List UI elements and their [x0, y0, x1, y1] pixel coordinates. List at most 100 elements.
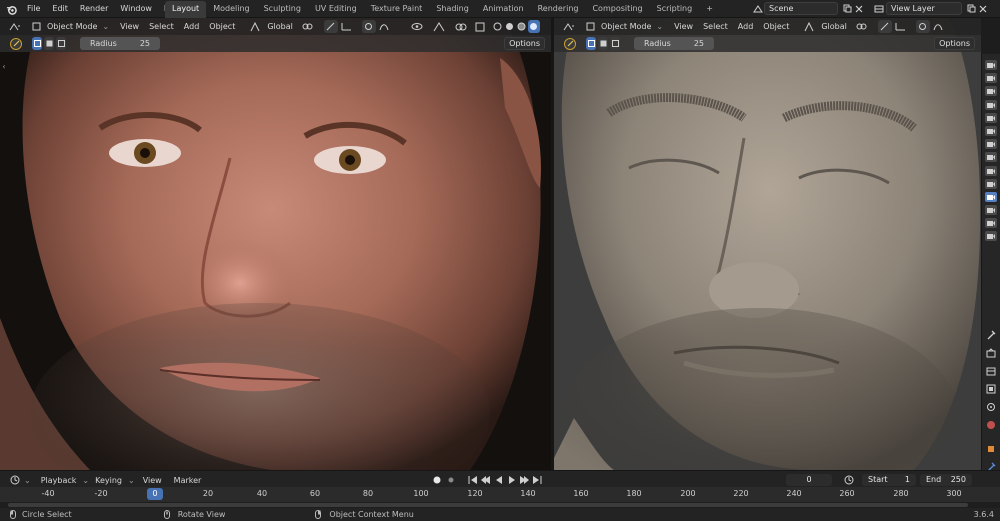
snap-target-icon[interactable]	[338, 22, 356, 31]
view-layer-properties-icon[interactable]	[982, 380, 1000, 398]
menu-view[interactable]: View	[669, 22, 698, 31]
start-frame-field[interactable]: Start 1	[862, 474, 916, 486]
menu-select[interactable]: Select	[698, 22, 733, 31]
right-viewport[interactable]: Object Mode ⌄ View Select Add Object Glo…	[554, 18, 981, 470]
current-frame-field[interactable]: 0	[786, 474, 832, 486]
menu-object[interactable]: Object	[204, 22, 240, 31]
radius-slider[interactable]: Radius 25	[80, 37, 160, 50]
wireframe-shading-icon[interactable]	[492, 22, 504, 31]
tool-settings-icon[interactable]	[982, 326, 1000, 344]
camera-icon[interactable]	[985, 112, 997, 123]
transform-orientation-icon[interactable]	[802, 21, 816, 32]
play-reverse-icon[interactable]	[492, 476, 505, 484]
camera-icon[interactable]	[985, 165, 997, 176]
scene-icon[interactable]	[752, 4, 764, 14]
tab-sculpting[interactable]: Sculpting	[257, 1, 308, 18]
camera-icon[interactable]	[985, 60, 997, 70]
tab-uv-editing[interactable]: UV Editing	[308, 1, 364, 18]
object-mode-icon[interactable]	[30, 22, 42, 31]
auto-key-icon[interactable]	[444, 476, 458, 484]
menu-add[interactable]: Add	[733, 22, 759, 31]
camera-icon[interactable]	[985, 73, 997, 84]
select-extend-icon[interactable]	[44, 37, 54, 50]
tab-shading[interactable]: Shading	[429, 1, 476, 18]
output-properties-icon[interactable]	[982, 362, 1000, 380]
render-properties-icon[interactable]	[982, 344, 1000, 362]
tab-compositing[interactable]: Compositing	[585, 1, 649, 18]
camera-icon[interactable]	[985, 152, 997, 163]
camera-icon[interactable]	[985, 205, 997, 216]
object-properties-icon[interactable]	[982, 440, 1000, 458]
menu-marker[interactable]: Marker	[168, 476, 208, 485]
tab-texture-paint[interactable]: Texture Paint	[364, 1, 430, 18]
view-layer-field[interactable]: View Layer	[886, 2, 962, 15]
jump-start-icon[interactable]	[466, 476, 479, 484]
mode-dropdown[interactable]: Object Mode	[596, 22, 656, 31]
editor-type-icon[interactable]	[4, 22, 26, 32]
menu-keying[interactable]: Keying	[89, 476, 128, 485]
select-subtract-icon[interactable]	[56, 37, 66, 50]
add-workspace-button[interactable]: +	[699, 1, 720, 18]
options-dropdown[interactable]: Options	[504, 37, 545, 50]
world-properties-icon[interactable]	[982, 416, 1000, 434]
menu-playback[interactable]: Playback	[37, 476, 83, 485]
play-icon[interactable]	[505, 476, 518, 484]
orientation-dropdown[interactable]: Global	[262, 22, 298, 31]
timeline-ruler[interactable]: -40 -20 0 20 40 60 80 100 120 140 160 18…	[0, 487, 1000, 502]
left-viewport[interactable]: Object Mode ⌄ View Select Add Object Glo…	[0, 18, 551, 470]
jump-end-icon[interactable]	[531, 476, 544, 484]
snap-toggle-icon[interactable]	[877, 20, 892, 33]
brush-tool-icon[interactable]	[564, 37, 576, 50]
proportional-edit-icon[interactable]	[915, 20, 930, 33]
select-set-icon[interactable]	[32, 37, 42, 50]
scene-field[interactable]: Scene	[764, 2, 838, 15]
camera-icon[interactable]	[985, 218, 997, 229]
orientation-dropdown[interactable]: Global	[816, 22, 852, 31]
menu-edit[interactable]: Edit	[46, 0, 74, 18]
select-extend-icon[interactable]	[598, 37, 608, 50]
menu-view[interactable]: View	[135, 476, 168, 485]
tab-scripting[interactable]: Scripting	[650, 1, 700, 18]
object-mode-icon[interactable]	[584, 22, 596, 31]
scrollbar-thumb[interactable]	[8, 503, 968, 507]
next-keyframe-icon[interactable]	[518, 476, 531, 484]
menu-render[interactable]: Render	[74, 0, 114, 18]
tab-modeling[interactable]: Modeling	[206, 1, 256, 18]
mode-dropdown[interactable]: Object Mode	[42, 22, 102, 31]
menu-select[interactable]: Select	[144, 22, 179, 31]
viewport-expand-icon[interactable]: ‹	[0, 60, 8, 72]
radius-slider[interactable]: Radius 25	[634, 37, 714, 50]
menu-view[interactable]: View	[115, 22, 144, 31]
tab-layout[interactable]: Layout	[165, 1, 207, 18]
delete-view-layer-icon[interactable]	[977, 5, 989, 13]
options-dropdown[interactable]: Options	[934, 37, 975, 50]
view-layer-icon[interactable]	[872, 4, 886, 14]
record-icon[interactable]	[430, 476, 444, 484]
camera-icon[interactable]	[985, 86, 997, 97]
menu-file[interactable]: File	[21, 0, 46, 18]
transform-orientation-icon[interactable]	[248, 21, 262, 32]
solid-shading-icon[interactable]	[504, 22, 516, 31]
menu-add[interactable]: Add	[179, 22, 205, 31]
xray-icon[interactable]	[472, 22, 488, 32]
camera-icon[interactable]	[985, 139, 997, 150]
camera-icon[interactable]	[985, 231, 997, 242]
copy-view-layer-icon[interactable]	[965, 4, 977, 13]
playhead[interactable]: 0	[147, 488, 163, 500]
material-shading-icon[interactable]	[516, 22, 528, 31]
tab-animation[interactable]: Animation	[476, 1, 531, 18]
copy-scene-icon[interactable]	[841, 4, 853, 13]
overlays-icon[interactable]	[450, 22, 472, 32]
link-icon[interactable]	[298, 22, 318, 31]
camera-icon[interactable]	[985, 125, 997, 136]
snap-toggle-icon[interactable]	[323, 20, 338, 33]
timeline-editor-icon[interactable]	[6, 475, 24, 485]
blender-logo-icon[interactable]	[0, 4, 21, 15]
camera-icon-selected[interactable]	[985, 191, 997, 202]
visibility-icon[interactable]	[406, 22, 428, 31]
snap-target-icon[interactable]	[892, 22, 910, 31]
falloff-icon[interactable]	[930, 22, 946, 31]
select-set-icon[interactable]	[586, 37, 596, 50]
select-subtract-icon[interactable]	[610, 37, 620, 50]
camera-icon[interactable]	[985, 178, 997, 189]
